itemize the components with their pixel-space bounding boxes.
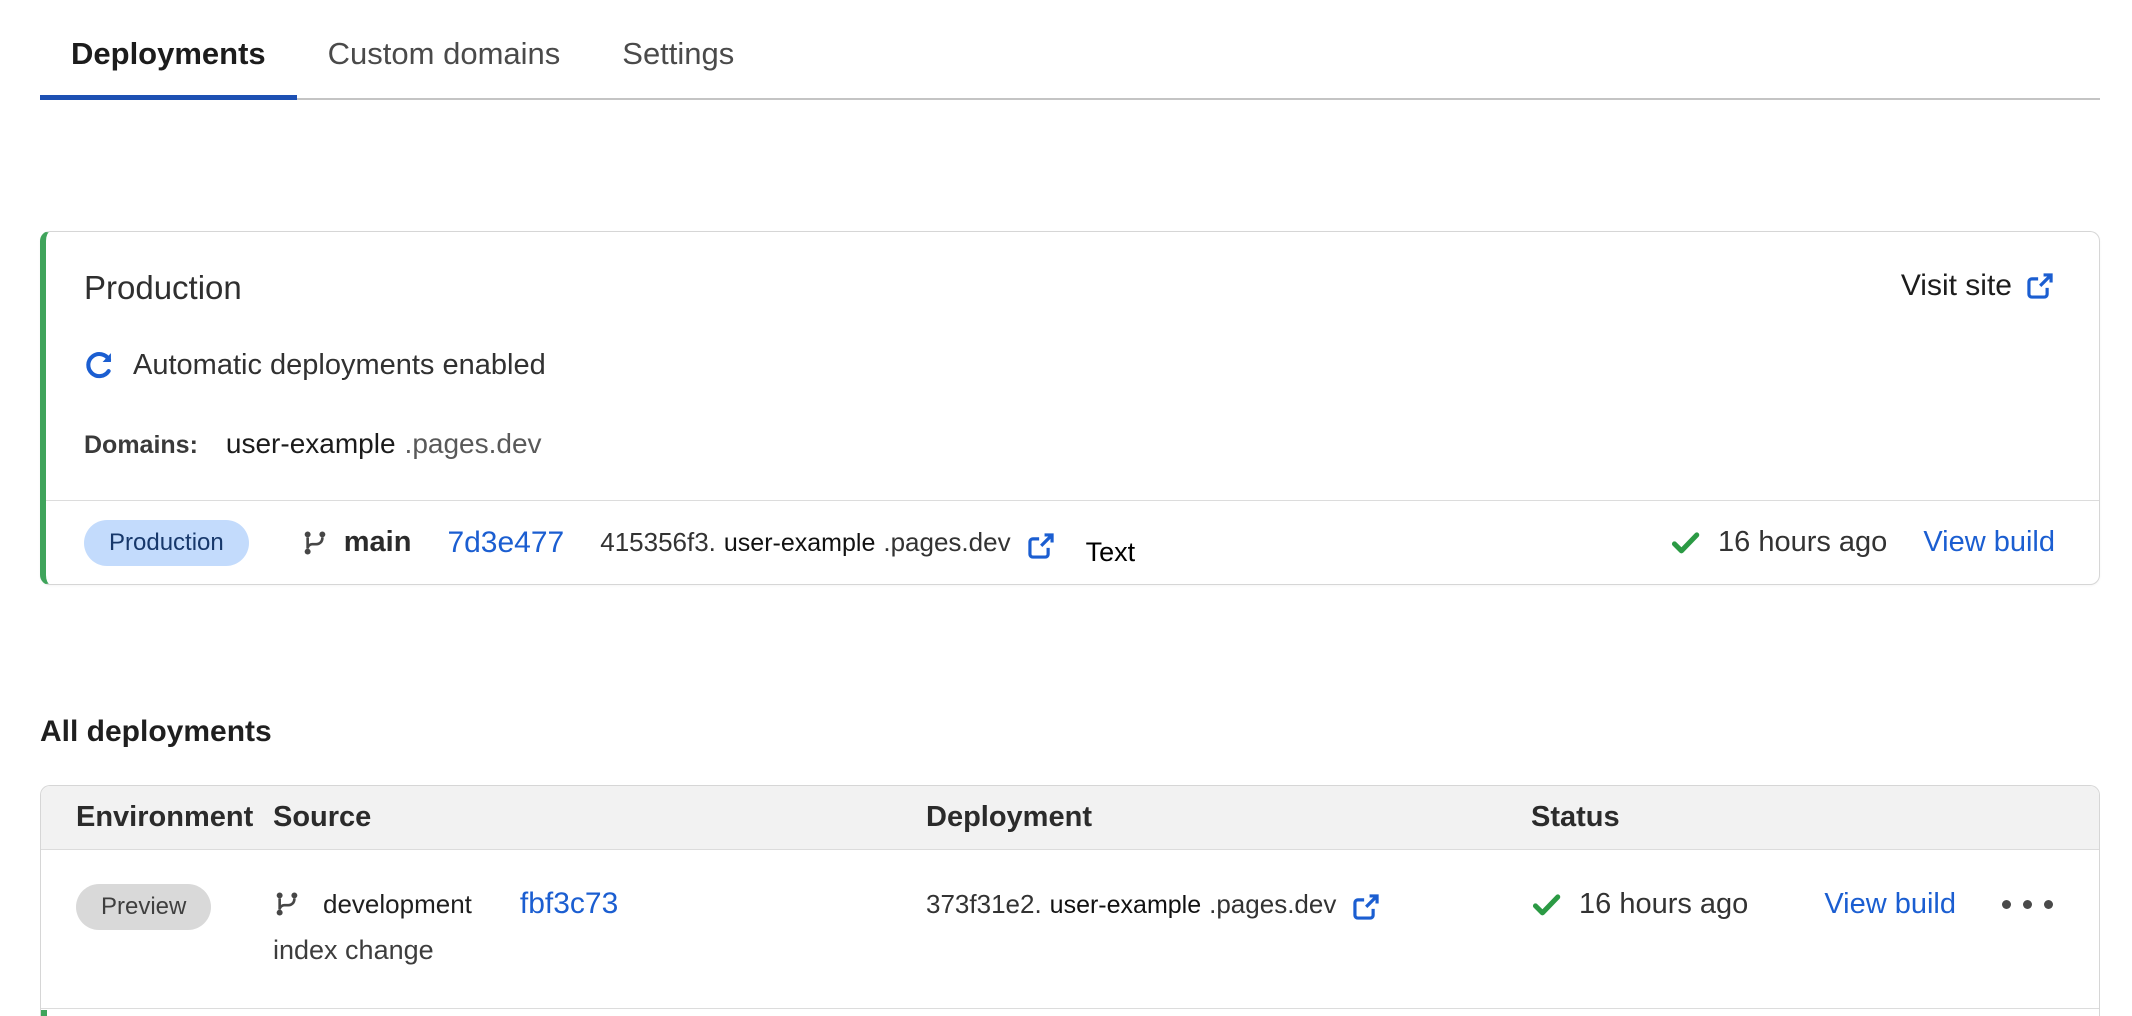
commit-link[interactable]: fbf3c73 bbox=[520, 887, 618, 921]
all-deployments-title: All deployments bbox=[40, 715, 2132, 749]
production-deployment-row: Production main 7d3e477 415356f3. user-e… bbox=[46, 500, 2099, 584]
branch-name: development bbox=[323, 889, 472, 920]
commit-link[interactable]: 7d3e477 bbox=[447, 526, 564, 560]
branch-group: main bbox=[301, 526, 412, 559]
deployment-status: 16 hours ago View build bbox=[1670, 526, 2055, 559]
tab-deployments[interactable]: Deployments bbox=[40, 36, 297, 98]
deployment-url-name: user-example bbox=[724, 529, 875, 558]
deployment-url: 373f31e2. user-example .pages.dev bbox=[926, 889, 1336, 920]
view-build-link[interactable]: View build bbox=[1824, 888, 1956, 921]
external-link-icon bbox=[2025, 271, 2055, 301]
production-title: Production bbox=[84, 269, 242, 307]
tab-bar: Deployments Custom domains Settings bbox=[40, 0, 2100, 100]
deployment-url-hash: 415356f3. bbox=[600, 527, 716, 558]
production-card: Production Visit site Automatic deployme… bbox=[40, 231, 2100, 585]
deployment-url-suffix: .pages.dev bbox=[1209, 889, 1336, 920]
deployment-url-suffix: .pages.dev bbox=[883, 527, 1010, 558]
visit-site-label: Visit site bbox=[1901, 269, 2012, 303]
environment-badge: Preview bbox=[76, 884, 211, 930]
visit-site-link[interactable]: Visit site bbox=[1901, 269, 2055, 303]
domain-suffix: .pages.dev bbox=[405, 428, 542, 460]
next-row-partial bbox=[41, 1008, 2099, 1016]
deployment-url: 415356f3. user-example .pages.dev bbox=[600, 527, 1010, 558]
git-branch-icon bbox=[301, 529, 329, 557]
production-card-header: Production Visit site bbox=[46, 232, 2099, 307]
environment-badge: Production bbox=[84, 520, 249, 566]
more-options-icon[interactable] bbox=[2002, 900, 2053, 909]
source-cell: development fbf3c73 index change bbox=[273, 882, 926, 966]
column-header-source: Source bbox=[273, 801, 926, 834]
status-cell: 16 hours ago View build bbox=[1531, 882, 2099, 926]
refresh-icon bbox=[84, 350, 115, 381]
deployments-table: Environment Source Deployment Status Pre… bbox=[40, 785, 2100, 1016]
auto-deploy-status: Automatic deployments enabled bbox=[84, 349, 2099, 382]
deployment-time: 16 hours ago bbox=[1579, 888, 1748, 921]
domains-label: Domains: bbox=[84, 431, 198, 460]
table-row: Preview development fbf3c73 index change bbox=[41, 850, 2099, 1008]
deployment-cell: 373f31e2. user-example .pages.dev bbox=[926, 882, 1531, 926]
domain-name: user-example bbox=[226, 428, 396, 460]
deployment-url-name: user-example bbox=[1050, 891, 1201, 920]
git-branch-icon bbox=[273, 890, 301, 918]
deployment-url-hash: 373f31e2. bbox=[926, 889, 1042, 920]
auto-deploy-text: Automatic deployments enabled bbox=[133, 349, 546, 382]
annotation-text: Text bbox=[1086, 537, 1136, 568]
view-build-link[interactable]: View build bbox=[1923, 526, 2055, 559]
external-link-icon[interactable] bbox=[1026, 531, 1056, 561]
check-icon bbox=[1670, 527, 1701, 558]
check-icon bbox=[1531, 889, 1562, 920]
column-header-status: Status bbox=[1531, 801, 2099, 834]
tab-settings[interactable]: Settings bbox=[591, 36, 765, 98]
table-header-row: Environment Source Deployment Status bbox=[41, 786, 2099, 850]
branch-name: main bbox=[344, 526, 412, 559]
column-header-environment: Environment bbox=[76, 801, 273, 834]
tab-custom-domains[interactable]: Custom domains bbox=[297, 36, 592, 98]
commit-message: index change bbox=[273, 935, 926, 966]
domains-line: Domains: user-example .pages.dev bbox=[84, 428, 2099, 460]
column-header-deployment: Deployment bbox=[926, 801, 1531, 834]
external-link-icon[interactable] bbox=[1351, 892, 1381, 922]
deployment-time: 16 hours ago bbox=[1718, 526, 1887, 559]
